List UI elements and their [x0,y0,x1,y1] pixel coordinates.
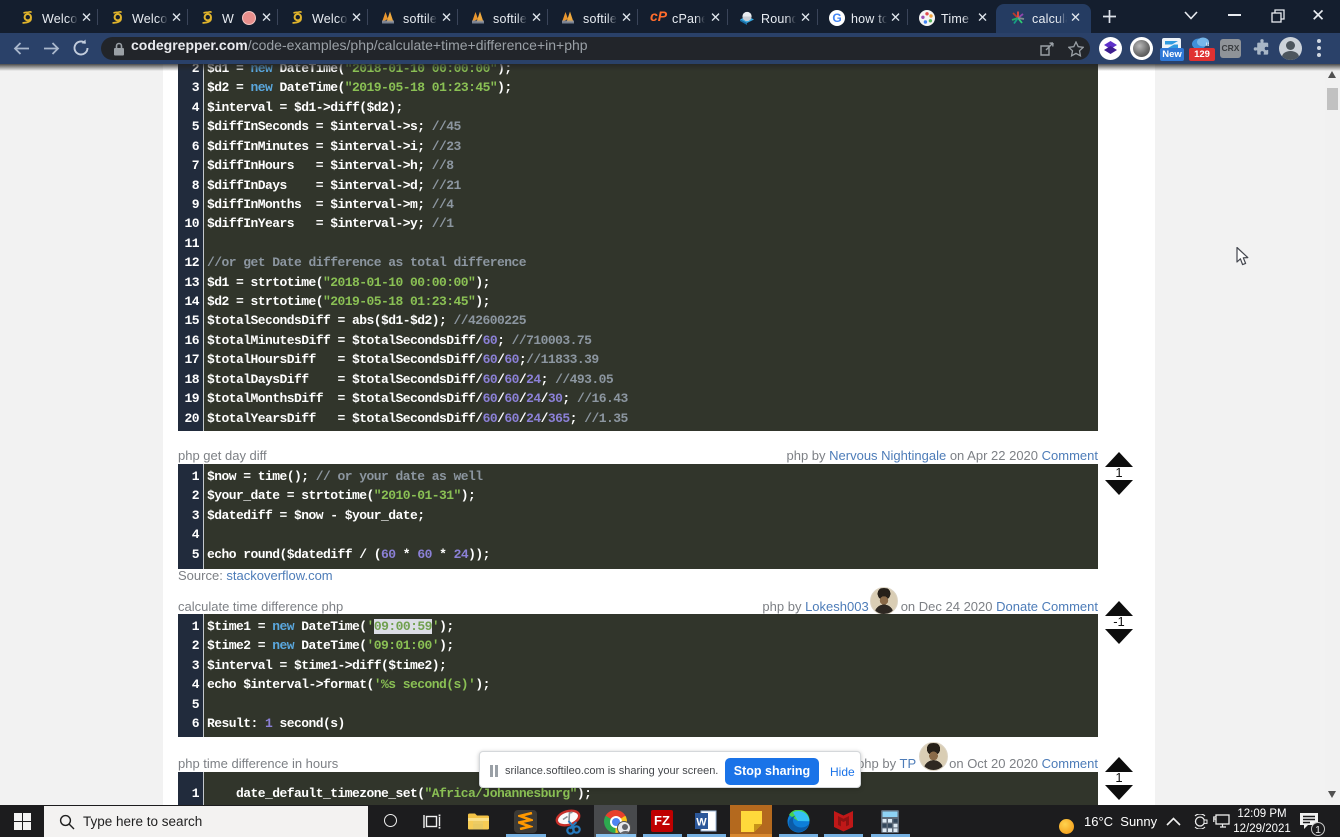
svg-text:W: W [696,817,707,829]
svg-text:G: G [832,11,841,25]
